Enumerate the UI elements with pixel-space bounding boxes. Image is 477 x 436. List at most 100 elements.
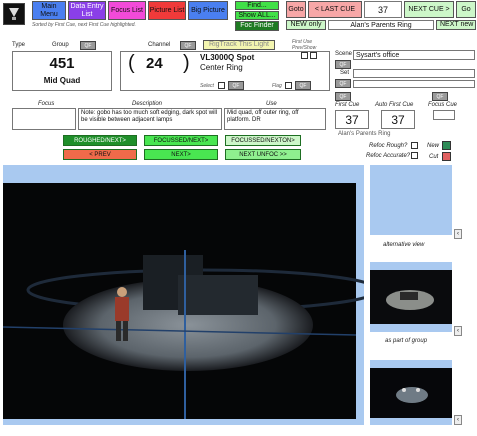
use-label: Use (266, 101, 277, 107)
data-entry-list-button[interactable]: Data Entry List (68, 1, 106, 20)
show-all-button[interactable]: Show ALL... (235, 11, 279, 20)
flag-label: Flag (272, 83, 282, 89)
next-unfoc-button[interactable]: NEXT UNFOC >> (225, 149, 301, 160)
focus-list-button[interactable]: Focus List (108, 1, 146, 20)
focus-notes-field[interactable] (12, 108, 76, 130)
cut-label: Cut (429, 154, 439, 160)
new-checkbox[interactable] (442, 141, 451, 150)
show-all-label: Show ALL... (238, 11, 276, 19)
focus-cue-field[interactable] (433, 110, 455, 120)
next-new-button[interactable]: NEXT new (436, 20, 476, 30)
type-label: Type (12, 42, 26, 48)
refoc-accurate-checkbox[interactable] (411, 152, 418, 159)
last-cue-label: < LAST CUE (314, 5, 356, 13)
scene-field[interactable]: Sysart's office (353, 50, 475, 60)
qf-label: QF (299, 82, 307, 89)
roughed-next-label: ROUGHED/NEXT> (74, 137, 126, 144)
first-cue-label: First Cue (335, 102, 360, 108)
focussed-next-button[interactable]: FOCUSSED/NEXT> (144, 135, 218, 146)
picture-list-label: Picture List (149, 6, 185, 14)
next-label: NEXT> (171, 151, 191, 158)
use-field[interactable]: Mid quad, off outer ring, off platform. … (224, 108, 326, 130)
roughed-next-button[interactable]: ROUGHED/NEXT> (63, 135, 137, 146)
alternative-view-picture (370, 165, 452, 235)
focus-label: Focus (38, 101, 55, 107)
new-only-button[interactable]: NEW only (286, 20, 326, 30)
next-cue-button[interactable]: NEXT CUE > (404, 1, 454, 18)
first-cue-value: 37 (345, 112, 359, 127)
go-label: Go (461, 5, 471, 13)
group-view-caption: as part of group (385, 338, 428, 344)
goto-label: Goto (288, 5, 304, 13)
select-checkbox[interactable] (218, 82, 225, 89)
goto-button[interactable]: Goto (286, 1, 306, 18)
cue-caption: Alan's Parents Ring (338, 131, 391, 137)
select-qf-button[interactable]: QF (228, 81, 244, 90)
description-field[interactable]: Note: gobo has too much soft edging, dar… (78, 108, 222, 130)
expand-alt-button[interactable]: ‹ (454, 229, 462, 239)
set-field[interactable] (353, 69, 475, 78)
current-cue-field[interactable]: 37 (364, 1, 402, 18)
use-value: Mid quad, off outer ring, off platform. … (227, 110, 299, 123)
focussed-nexton-label: FOCUSSED/NEXTON> (231, 137, 295, 144)
group-view-picture (370, 262, 452, 332)
qf-label: QF (232, 82, 240, 89)
next-cue-label: NEXT CUE > (408, 5, 450, 13)
scene-value: Sysart's office (356, 52, 400, 59)
first-use-checkbox[interactable] (301, 52, 308, 59)
first-cue-field[interactable]: 37 (335, 110, 369, 129)
qf-label: QF (436, 93, 444, 100)
prev-label: < PREV (89, 151, 111, 158)
foc-finder-button[interactable]: Foc Finder (235, 21, 279, 31)
next-unfoc-label: NEXT UNFOC >> (239, 151, 287, 158)
scene-label: Scene (335, 51, 353, 57)
group-label: Group (52, 42, 69, 48)
find-button[interactable]: Find... (235, 1, 279, 10)
expand-third-button[interactable]: ‹ (454, 415, 462, 425)
focus-cue-qf-button[interactable]: QF (432, 92, 448, 101)
channel-open-paren: ( (128, 52, 135, 74)
group-qf-button[interactable]: QF (80, 41, 96, 50)
alternative-view-caption: alternative view (383, 242, 425, 248)
prev-button[interactable]: < PREV (63, 149, 137, 160)
rigtrack-button[interactable]: RigTrack This Light (203, 40, 275, 50)
prev-show-checkbox[interactable] (310, 52, 317, 59)
flag-qf-button[interactable]: QF (295, 81, 311, 90)
refoc-rough-checkbox[interactable] (411, 142, 418, 149)
extra-field[interactable] (353, 80, 475, 88)
go-button[interactable]: Go (456, 1, 476, 18)
refoc-rough-label: Refoc Rough? (369, 143, 408, 149)
cue-name-value: Alan's Parents Ring (350, 21, 412, 29)
qf-label: QF (184, 42, 192, 49)
channel-label: Channel (148, 42, 171, 48)
current-cue-value: 37 (377, 4, 388, 15)
first-cue-qf-button[interactable]: QF (335, 92, 351, 101)
rigtrack-label: RigTrack This Light (209, 41, 269, 48)
flag-checkbox[interactable] (285, 82, 292, 89)
channel-value: 24 (146, 55, 163, 72)
scene-qf-button[interactable]: QF (335, 60, 351, 69)
next-button[interactable]: NEXT> (144, 149, 218, 160)
last-cue-button[interactable]: < LAST CUE (308, 1, 362, 18)
qf-label: QF (84, 42, 92, 49)
next-new-label: NEXT new (440, 21, 474, 28)
fixture-name: VL3000Q Spot (200, 53, 255, 62)
channel-qf-button[interactable]: QF (180, 41, 196, 50)
select-label: Select (200, 83, 214, 89)
description-value: Note: gobo has too much soft edging, dar… (81, 110, 218, 123)
find-label: Find... (247, 1, 267, 9)
big-picture-button[interactable]: Big Picture (188, 1, 228, 20)
new-label: New (427, 143, 440, 149)
focussed-nexton-button[interactable]: FOCUSSED/NEXTON> (225, 135, 301, 146)
new-only-label: NEW only (290, 21, 322, 28)
focussed-next-label: FOCUSSED/NEXT> (153, 137, 209, 144)
channel-close-paren: ) (183, 52, 190, 74)
set-label: Set (340, 70, 350, 76)
picture-list-button[interactable]: Picture List (148, 1, 186, 20)
focus-list-label: Focus List (111, 6, 143, 14)
main-menu-button[interactable]: Main Menu (32, 1, 66, 20)
cut-checkbox[interactable] (442, 152, 451, 161)
expand-group-button[interactable]: ‹ (454, 326, 462, 336)
set-qf-button[interactable]: QF (335, 79, 351, 88)
description-label: Description (132, 101, 163, 107)
